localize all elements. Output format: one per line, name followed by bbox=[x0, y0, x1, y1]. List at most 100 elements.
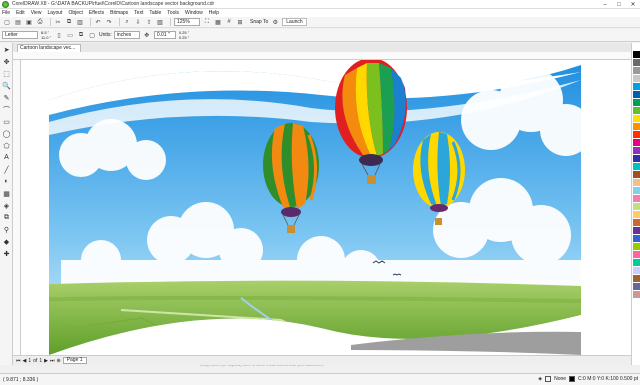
connector-tool-icon[interactable]: ╱ bbox=[1, 164, 12, 175]
palette-swatch[interactable] bbox=[633, 147, 640, 154]
menu-edit[interactable]: Edit bbox=[16, 10, 25, 16]
search-content-icon[interactable]: ⌕ bbox=[123, 18, 131, 26]
palette-swatch[interactable] bbox=[633, 179, 640, 186]
last-page-icon[interactable]: ⏭ bbox=[50, 358, 55, 364]
palette-swatch[interactable] bbox=[633, 131, 640, 138]
menu-layout[interactable]: Layout bbox=[47, 10, 62, 16]
paste-icon[interactable]: ▥ bbox=[76, 18, 84, 26]
export-icon[interactable]: ⇧ bbox=[145, 18, 153, 26]
snap-to-dropdown[interactable]: Snap To bbox=[250, 19, 268, 25]
add-tool-icon[interactable]: ✚ bbox=[1, 248, 12, 259]
palette-swatch[interactable] bbox=[633, 195, 640, 202]
menu-bitmaps[interactable]: Bitmaps bbox=[110, 10, 128, 16]
palette-swatch[interactable] bbox=[633, 259, 640, 266]
palette-swatch[interactable] bbox=[633, 291, 640, 298]
palette-swatch[interactable] bbox=[633, 267, 640, 274]
guidelines-icon[interactable]: ⊞ bbox=[236, 18, 244, 26]
grid-icon[interactable]: # bbox=[225, 18, 233, 26]
open-icon[interactable]: ▤ bbox=[14, 18, 22, 26]
rulers-icon[interactable]: ▦ bbox=[214, 18, 222, 26]
nudge-distance-field[interactable]: 0.01 " bbox=[153, 31, 176, 39]
palette-swatch[interactable] bbox=[633, 91, 640, 98]
units-select[interactable]: inches bbox=[113, 31, 140, 39]
page-size-select[interactable]: Letter bbox=[2, 31, 38, 39]
close-button[interactable]: ✕ bbox=[626, 0, 640, 9]
zoom-level-select[interactable]: 125% bbox=[174, 18, 200, 26]
palette-swatch[interactable] bbox=[633, 187, 640, 194]
outline-pen-icon[interactable]: ◆ bbox=[1, 236, 12, 247]
launch-dropdown[interactable]: Launch bbox=[282, 18, 307, 26]
portrait-icon[interactable]: ▯ bbox=[55, 31, 63, 39]
smart-fill-icon[interactable]: ⚲ bbox=[1, 224, 12, 235]
new-document-icon[interactable]: ▢ bbox=[3, 18, 11, 26]
copy-icon[interactable]: ⧉ bbox=[65, 18, 73, 26]
palette-swatch[interactable] bbox=[633, 115, 640, 122]
import-icon[interactable]: ⇩ bbox=[134, 18, 142, 26]
transparency-tool-icon[interactable]: ▦ bbox=[1, 188, 12, 199]
palette-swatch[interactable] bbox=[633, 171, 640, 178]
palette-swatch[interactable] bbox=[633, 75, 640, 82]
palette-swatch[interactable] bbox=[633, 51, 640, 58]
fill-icon[interactable]: ◈ bbox=[538, 376, 542, 382]
options-gear-icon[interactable]: ⚙ bbox=[271, 18, 279, 26]
prev-page-icon[interactable]: ◀ bbox=[23, 358, 27, 364]
palette-swatch[interactable] bbox=[633, 235, 640, 242]
palette-swatch[interactable] bbox=[633, 219, 640, 226]
menu-object[interactable]: Object bbox=[68, 10, 82, 16]
palette-swatch[interactable] bbox=[633, 123, 640, 130]
outline-swatch[interactable] bbox=[569, 376, 576, 382]
ellipse-tool-icon[interactable]: ◯ bbox=[1, 128, 12, 139]
crop-tool-icon[interactable]: ⬚ bbox=[1, 68, 12, 79]
page-tab[interactable]: Page 1 bbox=[62, 357, 87, 364]
add-page-icon[interactable]: ⊕ bbox=[56, 358, 60, 364]
palette-swatch[interactable] bbox=[633, 251, 640, 258]
palette-swatch[interactable] bbox=[633, 275, 640, 282]
menu-table[interactable]: Table bbox=[149, 10, 161, 16]
palette-swatch[interactable] bbox=[633, 211, 640, 218]
landscape-artwork[interactable] bbox=[21, 60, 631, 355]
palette-swatch[interactable] bbox=[633, 67, 640, 74]
freehand-tool-icon[interactable]: ✎ bbox=[1, 92, 12, 103]
current-page-icon[interactable]: ▢ bbox=[88, 31, 96, 39]
palette-swatch[interactable] bbox=[633, 155, 640, 162]
drop-shadow-tool-icon[interactable]: ◐ bbox=[1, 176, 12, 187]
landscape-icon[interactable]: ▭ bbox=[66, 31, 74, 39]
save-icon[interactable]: ▣ bbox=[25, 18, 33, 26]
vertical-ruler[interactable] bbox=[13, 60, 21, 355]
pick-tool-icon[interactable]: ➤ bbox=[1, 44, 12, 55]
menu-view[interactable]: View bbox=[31, 10, 42, 16]
duplicate-y-field[interactable]: 0.25 " bbox=[179, 35, 189, 40]
fullscreen-icon[interactable]: ⛶ bbox=[203, 18, 211, 26]
menu-text[interactable]: Text bbox=[134, 10, 143, 16]
cut-icon[interactable]: ✂ bbox=[54, 18, 62, 26]
minimize-button[interactable]: – bbox=[598, 0, 612, 9]
undo-icon[interactable]: ↶ bbox=[94, 18, 102, 26]
menu-help[interactable]: Help bbox=[209, 10, 219, 16]
polygon-tool-icon[interactable]: ⬠ bbox=[1, 140, 12, 151]
palette-swatch[interactable] bbox=[633, 163, 640, 170]
zoom-tool-icon[interactable]: 🔍 bbox=[1, 80, 12, 91]
menu-tools[interactable]: Tools bbox=[167, 10, 179, 16]
palette-swatch[interactable] bbox=[633, 107, 640, 114]
rectangle-tool-icon[interactable]: ▭ bbox=[1, 116, 12, 127]
palette-swatch[interactable] bbox=[633, 203, 640, 210]
horizontal-ruler[interactable] bbox=[13, 52, 631, 60]
color-eyedropper-icon[interactable]: ◈ bbox=[1, 200, 12, 211]
drawing-canvas[interactable] bbox=[21, 60, 631, 355]
print-icon[interactable]: ⎙ bbox=[36, 18, 44, 26]
palette-swatch[interactable] bbox=[633, 283, 640, 290]
shape-tool-icon[interactable]: ✥ bbox=[1, 56, 12, 67]
menu-file[interactable]: File bbox=[2, 10, 10, 16]
publish-pdf-icon[interactable]: ▧ bbox=[156, 18, 164, 26]
menu-window[interactable]: Window bbox=[185, 10, 203, 16]
menu-effects[interactable]: Effects bbox=[89, 10, 104, 16]
page-height-field[interactable]: 11.0 " bbox=[41, 35, 51, 40]
palette-swatch[interactable] bbox=[633, 243, 640, 250]
palette-swatch[interactable] bbox=[633, 99, 640, 106]
redo-icon[interactable]: ↷ bbox=[105, 18, 113, 26]
first-page-icon[interactable]: ⏮ bbox=[16, 358, 21, 364]
document-tab[interactable]: Cartoon landscape vec... bbox=[17, 44, 81, 52]
palette-swatch[interactable] bbox=[633, 59, 640, 66]
interactive-fill-icon[interactable]: ⧉ bbox=[1, 212, 12, 223]
next-page-icon[interactable]: ▶ bbox=[44, 358, 48, 364]
